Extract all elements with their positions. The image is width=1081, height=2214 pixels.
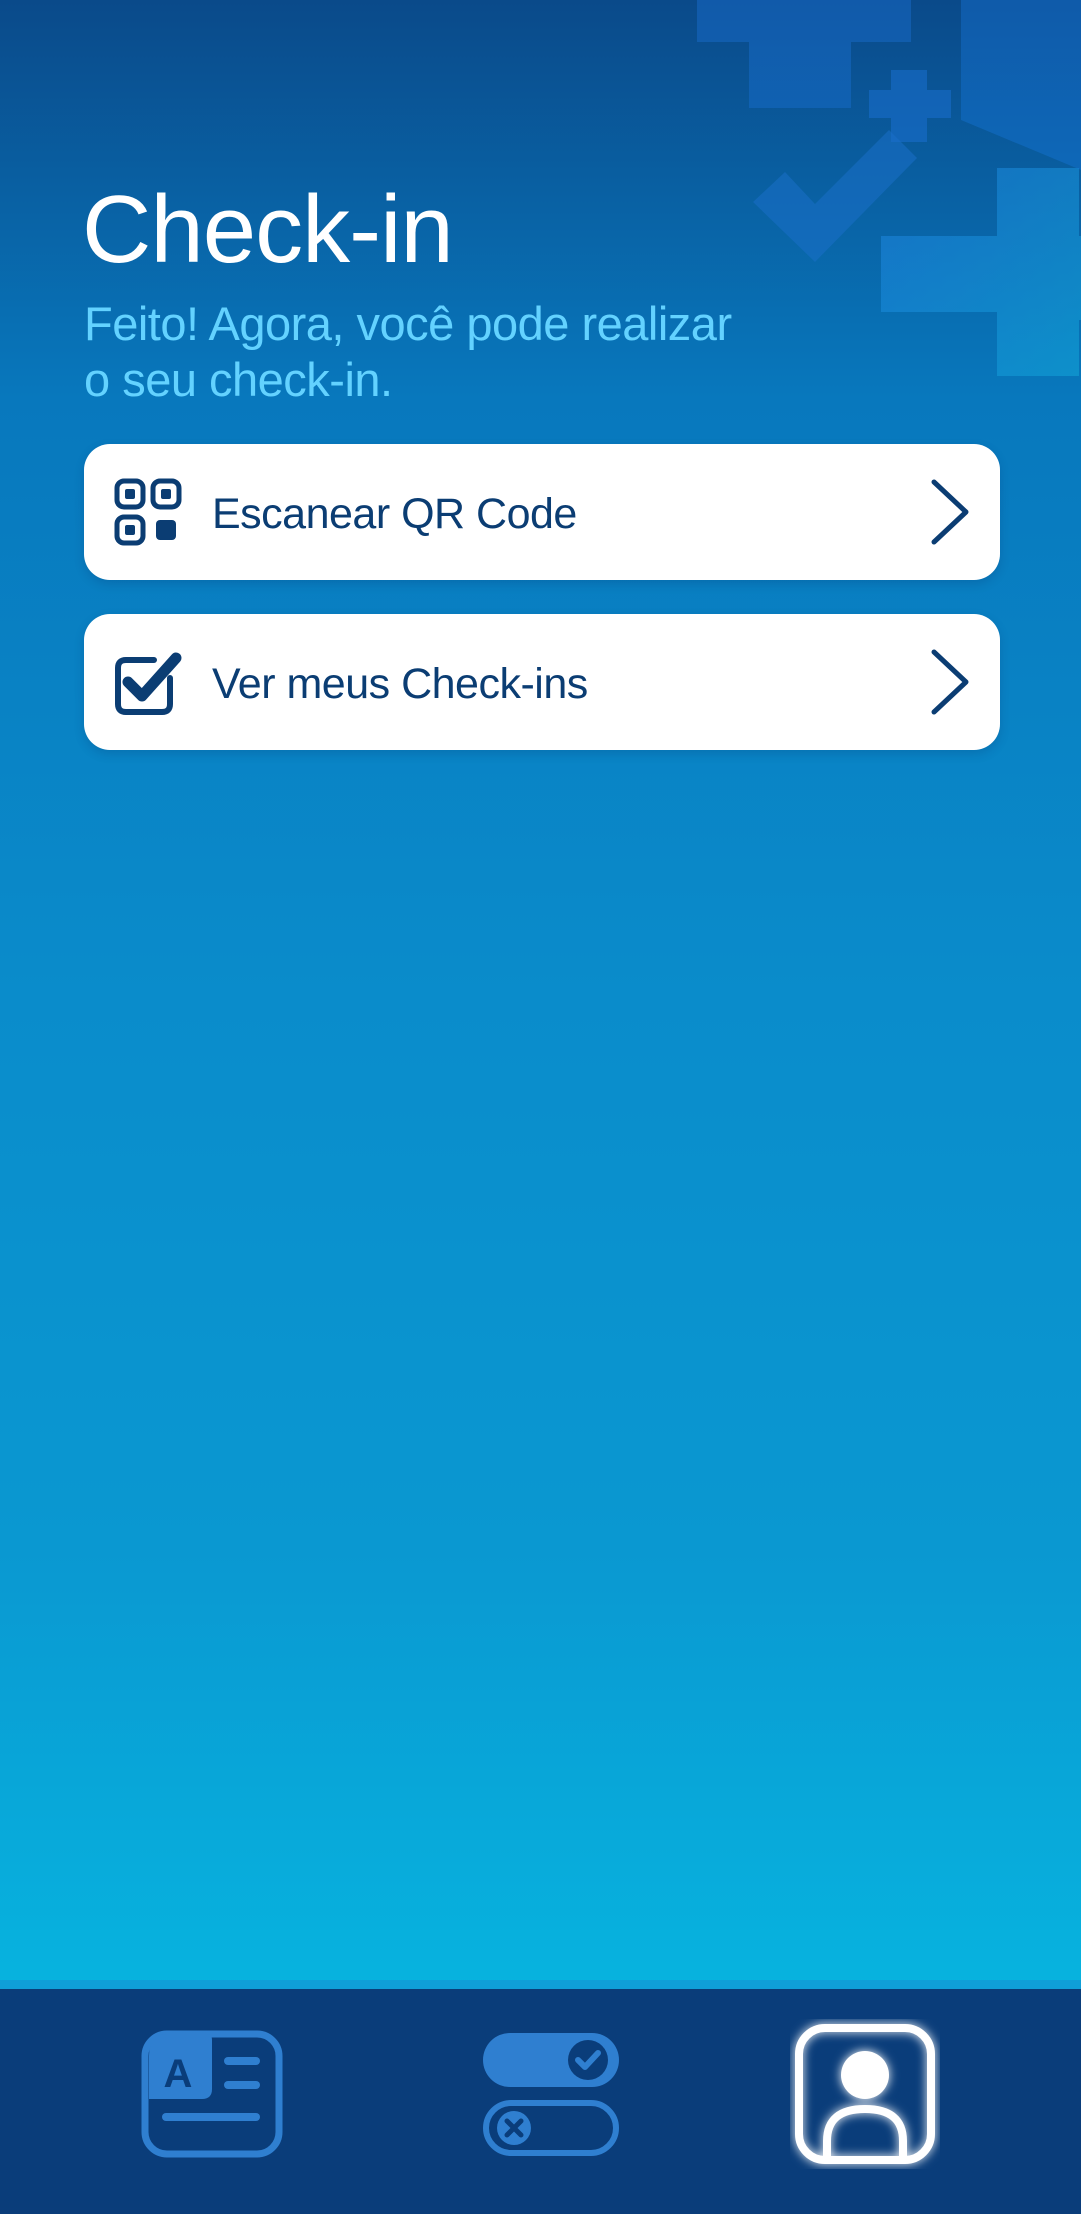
- chevron-right-icon: [931, 479, 969, 545]
- chevron-right-icon: [931, 649, 969, 715]
- check-in-screen: Check-in Feito! Agora, você pode realiza…: [0, 0, 1081, 2214]
- nav-toggles-tab[interactable]: [478, 2029, 626, 2159]
- view-my-check-ins-button[interactable]: Ver meus Check-ins: [84, 614, 1000, 750]
- document-card-icon: A: [141, 2030, 283, 2158]
- nav-documents-tab[interactable]: A: [140, 2029, 288, 2159]
- bottom-navigation: A: [0, 1980, 1081, 2214]
- nav-profile-tab[interactable]: [790, 2019, 940, 2169]
- toggle-switches-icon: [483, 2033, 619, 2156]
- scan-qr-code-button[interactable]: Escanear QR Code: [84, 444, 1000, 580]
- svg-text:A: A: [164, 2052, 193, 2096]
- user-profile-icon: [795, 2024, 935, 2164]
- qr-code-icon: [114, 478, 182, 546]
- page-subtitle: Feito! Agora, você pode realizar o seu c…: [84, 297, 732, 406]
- scan-qr-code-label: Escanear QR Code: [212, 490, 577, 538]
- view-my-check-ins-label: Ver meus Check-ins: [212, 660, 588, 708]
- page-title: Check-in: [82, 176, 454, 283]
- checkbox-checked-icon: [115, 652, 182, 715]
